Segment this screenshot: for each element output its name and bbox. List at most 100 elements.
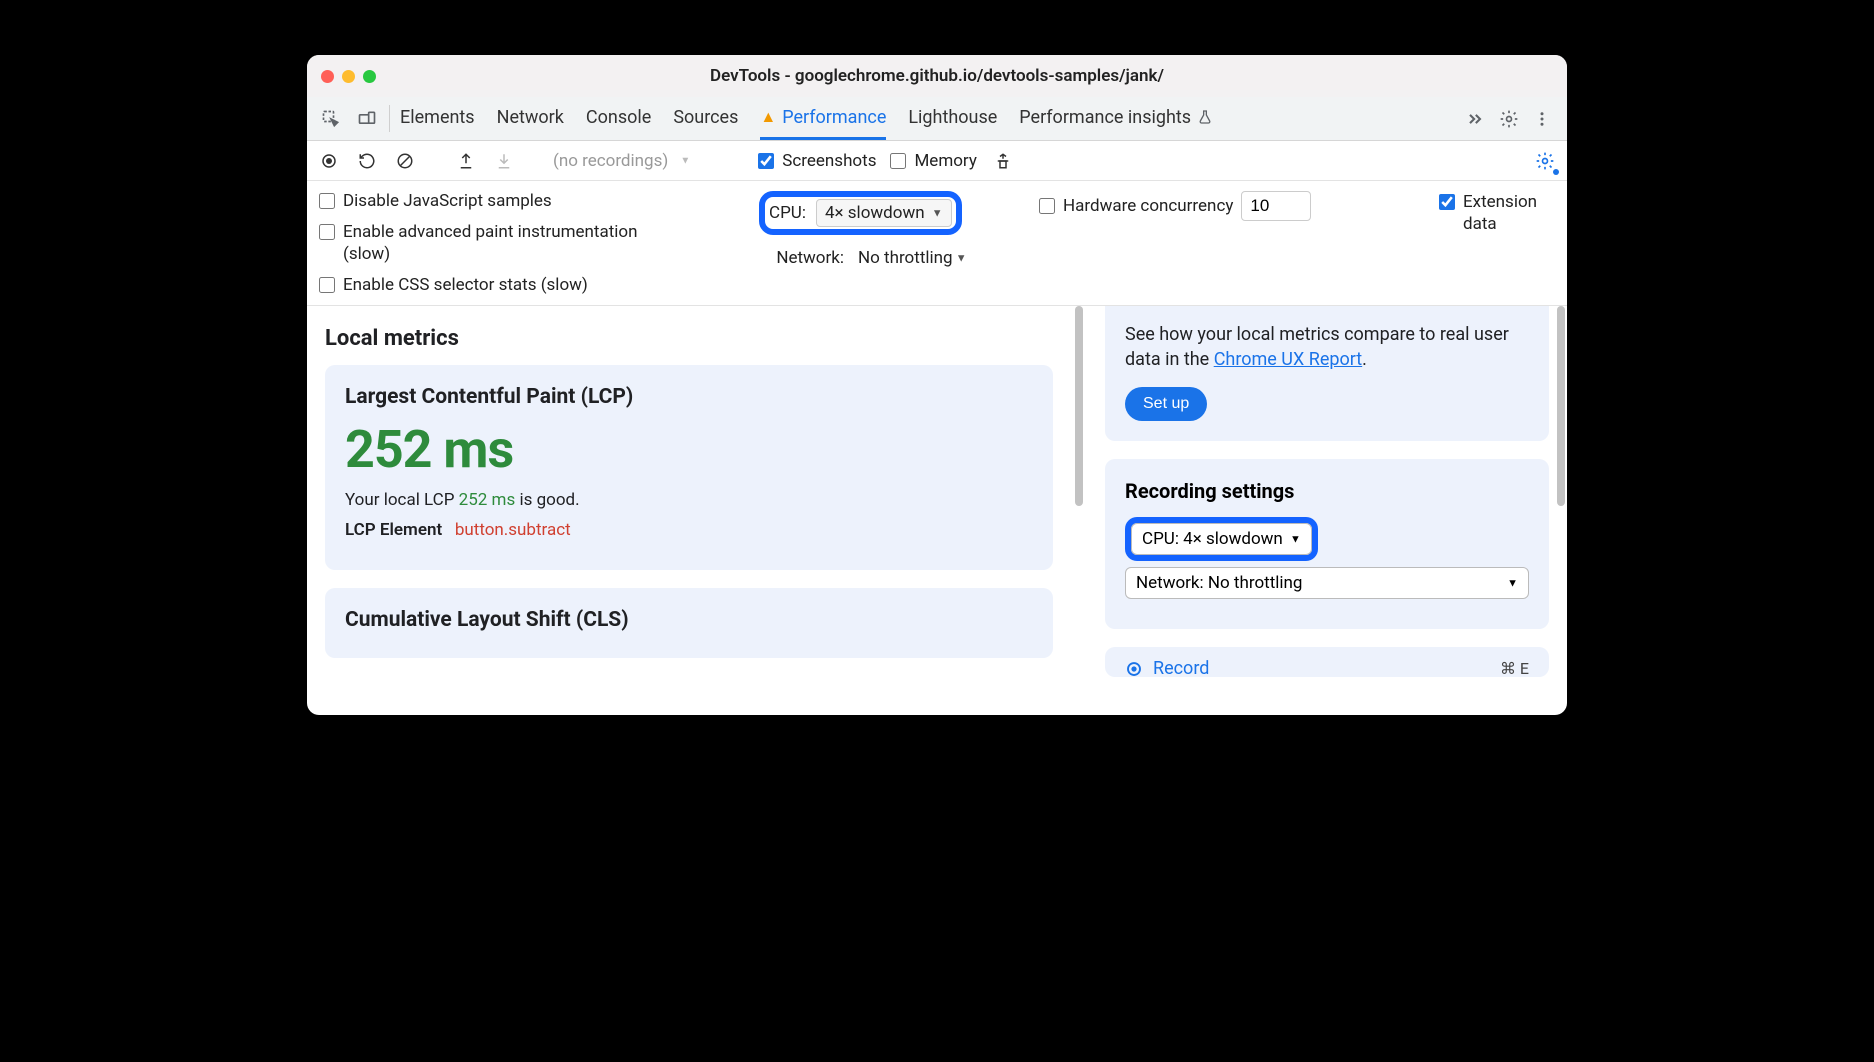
tab-sources[interactable]: Sources <box>673 97 738 140</box>
upload-icon[interactable] <box>454 149 478 173</box>
window-title: DevTools - googlechrome.github.io/devtoo… <box>307 66 1567 86</box>
record-card: Record ⌘ E <box>1105 647 1549 677</box>
recording-settings-card: Recording settings CPU: 4× slowdown Netw… <box>1105 459 1549 629</box>
hw-concurrency-checkbox[interactable] <box>1039 198 1055 214</box>
lcp-description: Your local LCP 252 ms is good. <box>345 490 1033 510</box>
record-label: Record <box>1153 658 1209 677</box>
hw-concurrency-row: Hardware concurrency <box>1039 191 1439 221</box>
lcp-desc-pre: Your local LCP <box>345 490 459 510</box>
settings-gear-icon[interactable] <box>1499 109 1519 129</box>
field-data-post: . <box>1362 349 1367 370</box>
recording-cpu-select[interactable]: CPU: 4× slowdown <box>1131 523 1312 555</box>
recording-network-select[interactable]: Network: No throttling <box>1125 567 1529 599</box>
settings-col-throttle: CPU: 4× slowdown Network: No throttling <box>759 191 1039 295</box>
adv-paint-label: Enable advanced paint instrumentation (s… <box>343 221 683 265</box>
record-row[interactable]: Record <box>1125 658 1209 677</box>
gc-icon[interactable] <box>991 149 1015 173</box>
extension-data-checkbox[interactable] <box>1439 194 1455 210</box>
cls-title: Cumulative Layout Shift (CLS) <box>345 608 1033 632</box>
disable-js-samples-label: Disable JavaScript samples <box>343 191 552 211</box>
lcp-title: Largest Contentful Paint (LCP) <box>345 385 1033 409</box>
main-scrollbar[interactable] <box>1071 306 1087 712</box>
tab-performance[interactable]: ▲ Performance <box>760 97 886 140</box>
network-throttle-value: No throttling <box>858 248 953 268</box>
local-metrics-heading: Local metrics <box>325 326 1053 351</box>
divider <box>389 105 390 132</box>
tab-lighthouse[interactable]: Lighthouse <box>908 97 997 140</box>
tab-elements[interactable]: Elements <box>400 97 475 140</box>
network-throttle-select[interactable]: No throttling <box>854 245 975 271</box>
memory-checkbox[interactable] <box>890 153 906 169</box>
devtools-window: DevTools - googlechrome.github.io/devtoo… <box>307 55 1567 715</box>
disable-js-samples-checkbox[interactable] <box>319 193 335 209</box>
tab-performance-insights[interactable]: Performance insights <box>1019 97 1213 140</box>
side-panel: See how your local metrics compare to re… <box>1087 306 1567 712</box>
setup-button[interactable]: Set up <box>1125 387 1207 421</box>
devtools-tabbar: Elements Network Console Sources ▲ Perfo… <box>307 97 1567 141</box>
cpu-label: CPU: <box>769 203 806 223</box>
tabbar-actions <box>1455 97 1561 140</box>
lcp-element-row: LCP Element button.subtract <box>345 520 1033 540</box>
more-tabs-icon[interactable] <box>1465 109 1485 129</box>
tabs-list: Elements Network Console Sources ▲ Perfo… <box>394 97 1455 140</box>
tab-console[interactable]: Console <box>586 97 651 140</box>
tab-label: Sources <box>673 107 738 128</box>
side-scrollbar-thumb[interactable] <box>1557 306 1565 506</box>
tab-label: Lighthouse <box>908 107 997 128</box>
device-toolbar-icon[interactable] <box>349 97 385 140</box>
css-selector-stats-checkbox[interactable] <box>319 277 335 293</box>
hw-concurrency-label: Hardware concurrency <box>1063 196 1233 216</box>
screenshots-label: Screenshots <box>782 151 876 171</box>
lcp-element-label: LCP Element <box>345 520 442 540</box>
record-icon[interactable] <box>317 149 341 173</box>
recording-cpu-value: CPU: 4× slowdown <box>1142 529 1283 549</box>
screenshots-checkbox[interactable] <box>758 153 774 169</box>
lcp-desc-post: is good. <box>515 490 579 510</box>
crux-report-link[interactable]: Chrome UX Report <box>1214 349 1362 370</box>
performance-content: Local metrics Largest Contentful Paint (… <box>307 306 1567 712</box>
clear-icon[interactable] <box>393 149 417 173</box>
extension-data-row: Extension data <box>1439 191 1567 235</box>
field-data-card: See how your local metrics compare to re… <box>1105 306 1549 440</box>
recordings-dropdown[interactable]: (no recordings) ▼ <box>553 151 690 171</box>
kebab-menu-icon[interactable] <box>1533 110 1551 128</box>
tab-label: Console <box>586 107 651 128</box>
record-shortcut: ⌘ E <box>1500 659 1529 677</box>
cpu-throttle-select[interactable]: 4× slowdown <box>816 199 952 227</box>
settings-col-checkboxes: Disable JavaScript samples Enable advanc… <box>319 191 759 295</box>
main-panel: Local metrics Largest Contentful Paint (… <box>307 306 1071 712</box>
tab-network[interactable]: Network <box>497 97 564 140</box>
cpu-throttle-highlight: CPU: 4× slowdown <box>759 191 962 235</box>
tab-label: Network <box>497 107 564 128</box>
tab-label: Performance insights <box>1019 107 1191 128</box>
lcp-value: 252 ms <box>345 419 1033 480</box>
screenshots-checkbox-row: Screenshots <box>758 151 876 171</box>
hw-concurrency-input[interactable] <box>1241 191 1311 221</box>
memory-checkbox-row: Memory <box>890 151 976 171</box>
css-selector-stats-row: Enable CSS selector stats (slow) <box>319 275 759 295</box>
inspect-element-icon[interactable] <box>313 97 349 140</box>
download-icon[interactable] <box>492 149 516 173</box>
cls-card: Cumulative Layout Shift (CLS) <box>325 588 1053 658</box>
tab-label: Elements <box>400 107 475 128</box>
adv-paint-row: Enable advanced paint instrumentation (s… <box>319 221 759 265</box>
network-label: Network: <box>759 248 844 268</box>
window-titlebar: DevTools - googlechrome.github.io/devtoo… <box>307 55 1567 97</box>
recording-network-value: Network: No throttling <box>1136 573 1302 593</box>
reload-icon[interactable] <box>355 149 379 173</box>
main-scrollbar-thumb[interactable] <box>1075 306 1083 506</box>
memory-label: Memory <box>914 151 976 171</box>
lcp-element-value[interactable]: button.subtract <box>455 520 571 540</box>
capture-settings-panel: Disable JavaScript samples Enable advanc… <box>307 181 1567 306</box>
disable-js-samples-row: Disable JavaScript samples <box>319 191 759 211</box>
lcp-card: Largest Contentful Paint (LCP) 252 ms Yo… <box>325 365 1053 570</box>
flask-icon <box>1197 109 1213 125</box>
recording-settings-title: Recording settings <box>1125 479 1529 503</box>
lcp-desc-value: 252 ms <box>459 490 516 510</box>
performance-toolbar: (no recordings) ▼ Screenshots Memory <box>307 141 1567 181</box>
cpu-throttle-value: 4× slowdown <box>825 203 925 223</box>
tab-label: Performance <box>782 107 886 128</box>
capture-settings-gear-icon[interactable] <box>1533 149 1557 173</box>
adv-paint-checkbox[interactable] <box>319 224 335 240</box>
record-dot-icon <box>1125 660 1143 677</box>
